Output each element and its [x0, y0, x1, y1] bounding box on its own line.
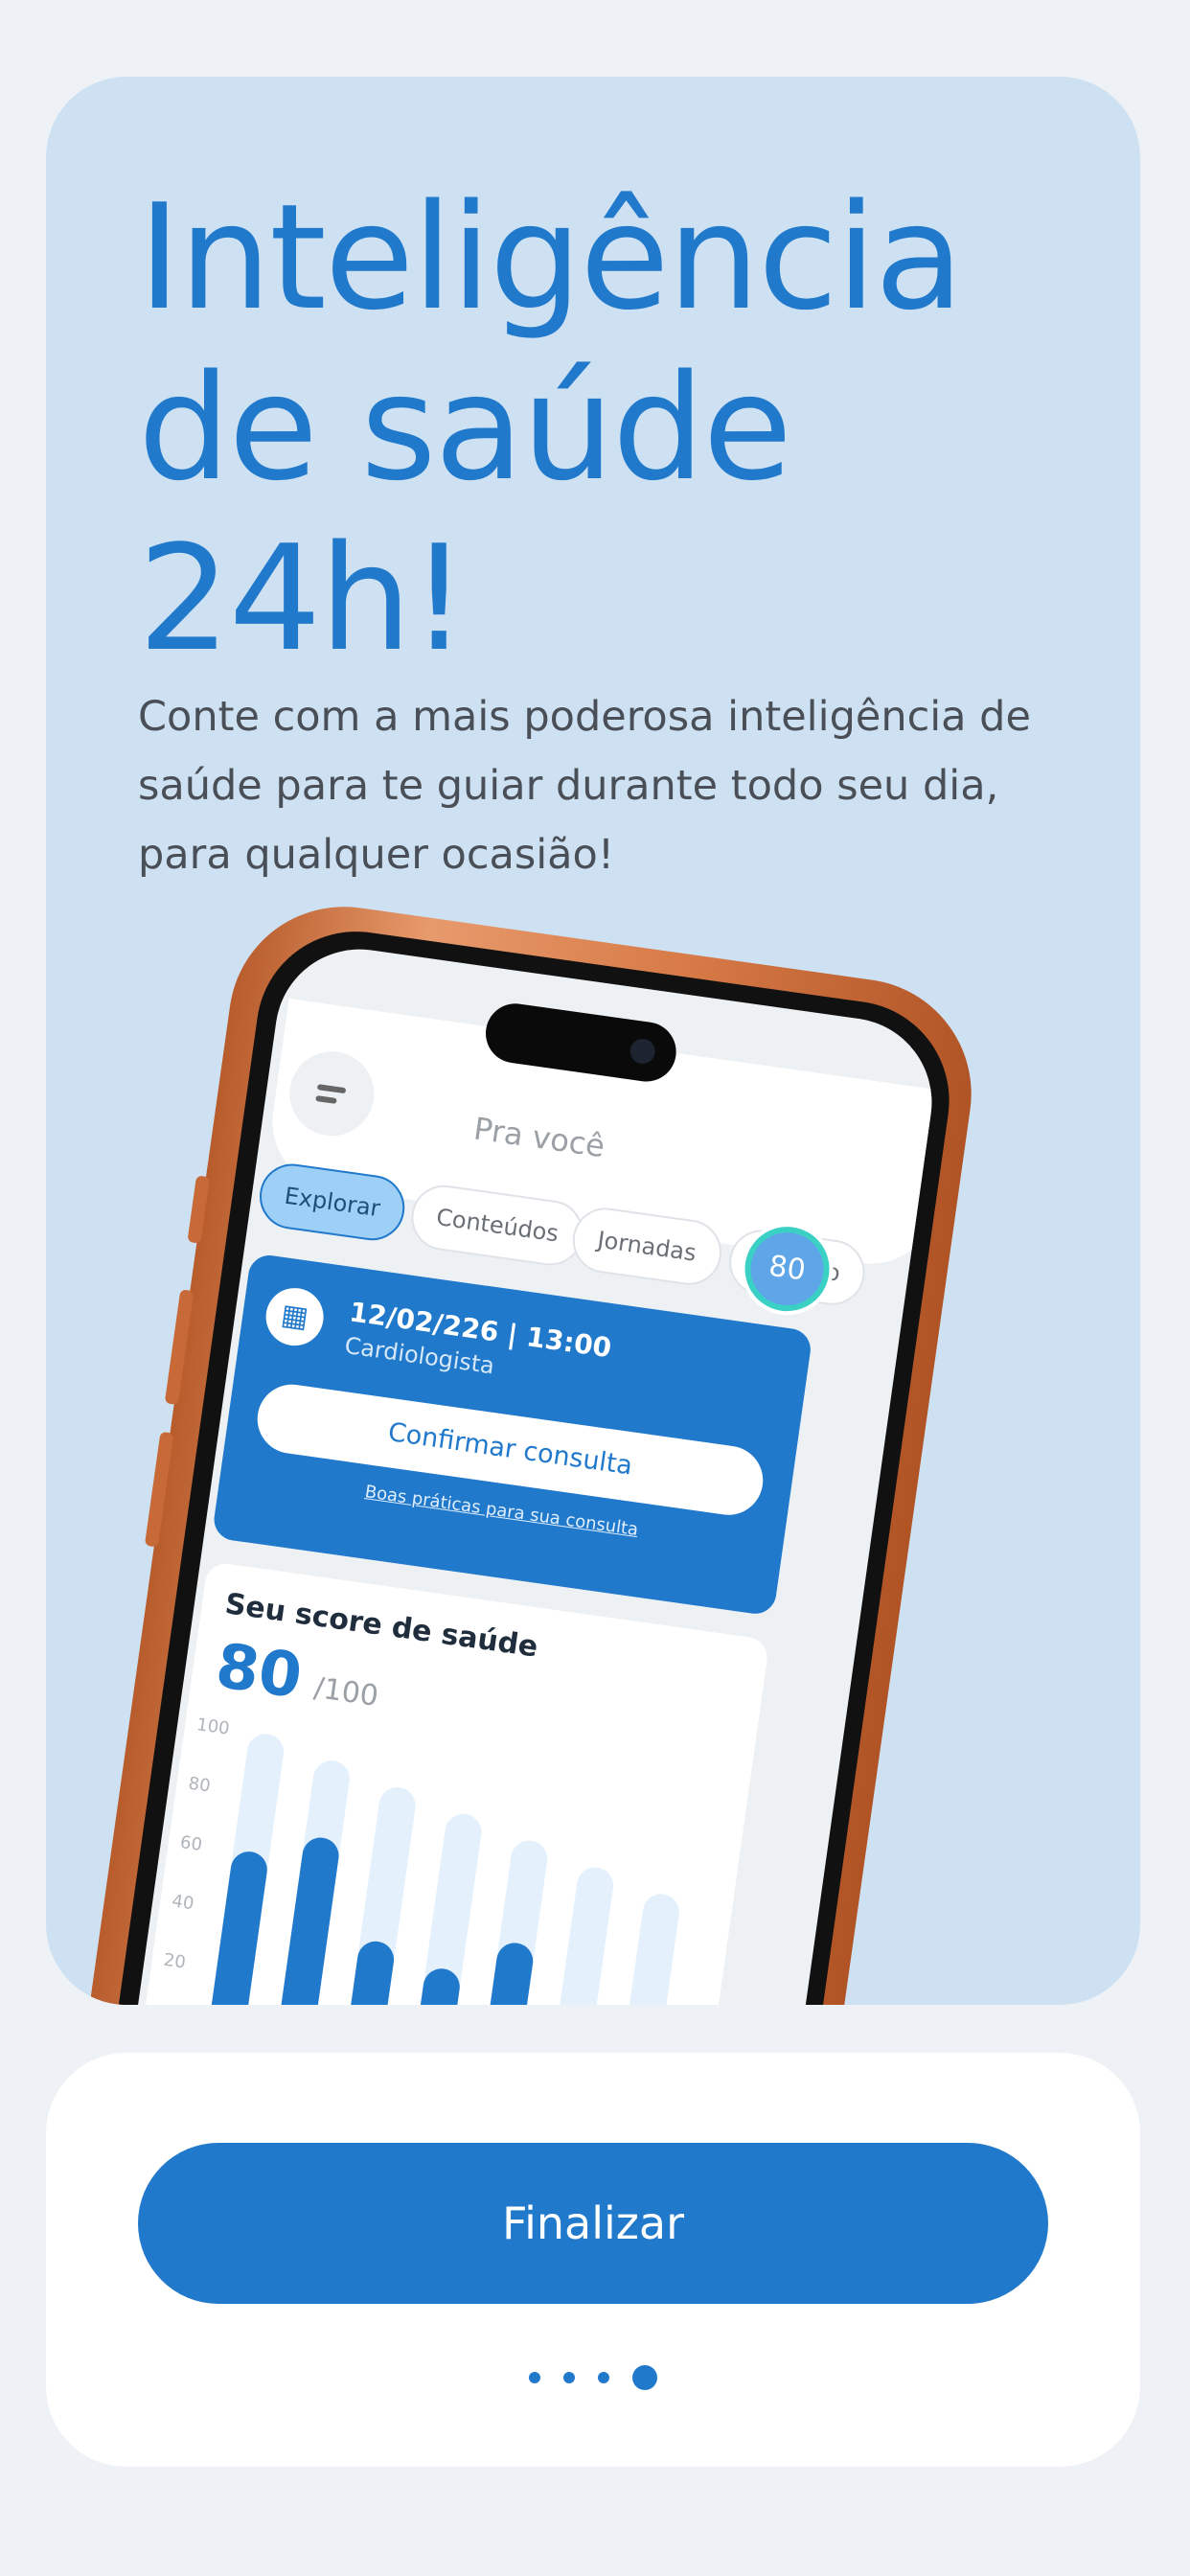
menu-icon [284, 1046, 380, 1141]
y-tick-label: 80 [187, 1774, 212, 1797]
phone-mockup: Pra você Explorar Conteúdos Jornadas Des… [58, 891, 987, 2005]
camera-icon [629, 1037, 657, 1066]
chart-bar [478, 1943, 534, 2005]
subtitle: Conte com a mais poderosa inteligência d… [138, 693, 1031, 879]
headline: Inteligência de saúde 24h! [138, 172, 964, 683]
y-tick-label: 60 [179, 1832, 204, 1855]
page-dot [598, 2372, 609, 2383]
appointment-card: ▦ 12/02/226 | 13:00 Cardiologista Confir… [211, 1253, 813, 1617]
page-dot [563, 2372, 575, 2383]
bottom-card: Finalizar [46, 2053, 1140, 2467]
page-dot [529, 2372, 540, 2383]
score-max: /100 [311, 1670, 381, 1714]
chart-bar [273, 1837, 339, 2005]
page-dot-active [632, 2365, 657, 2390]
score-chart: 100 80 60 40 20 [162, 1714, 679, 2005]
score-value: 80 [211, 1630, 307, 1714]
hero-card: Inteligência de saúde 24h! Conte com a m… [46, 77, 1140, 2005]
chart-bar [342, 1941, 395, 2005]
score-card: Seu score de saúde 80 /100 100 80 60 40 20 [138, 1561, 770, 2005]
y-tick-label: 100 [195, 1714, 231, 1739]
chart-bar-track [615, 1894, 679, 2005]
chart-bar [205, 1852, 267, 2005]
finish-button[interactable]: Finalizar [138, 2143, 1048, 2304]
y-tick-label: 20 [162, 1950, 187, 1973]
chart-bar-track [547, 1867, 614, 2005]
page-indicator [46, 2365, 1140, 2392]
y-tick-label: 40 [171, 1891, 195, 1914]
confirm-appointment-button: Confirmar consulta [253, 1380, 767, 1520]
calendar-icon: ▦ [262, 1284, 328, 1349]
